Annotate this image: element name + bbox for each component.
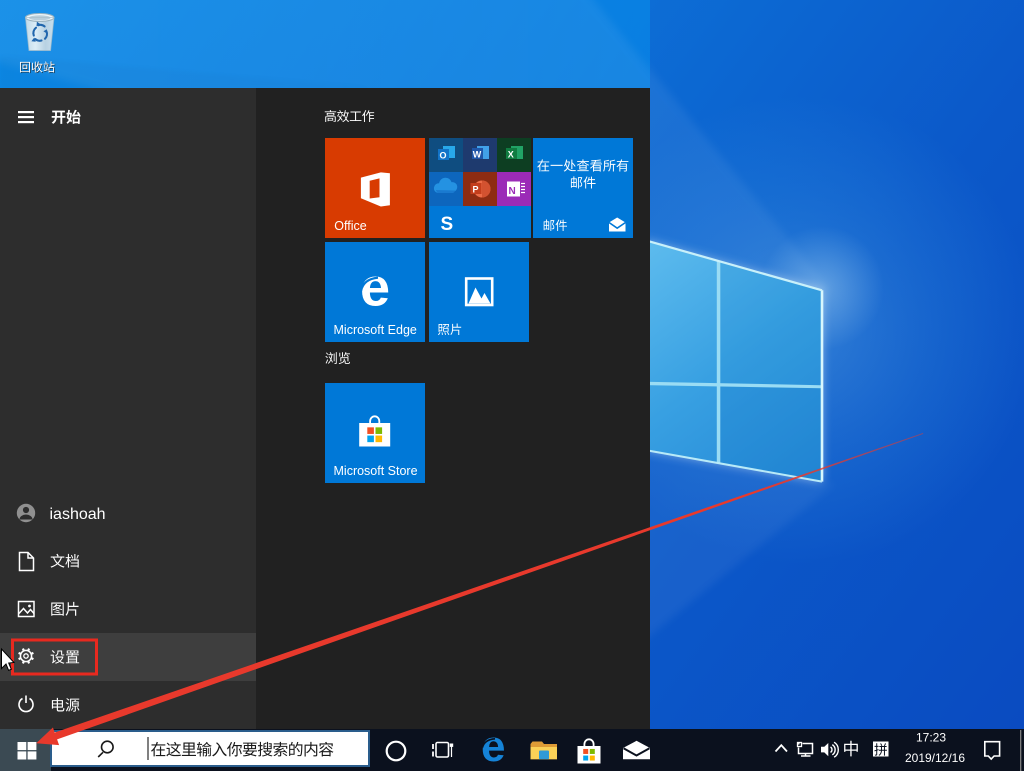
svg-text:Office: Office	[334, 219, 366, 233]
svg-text:N: N	[509, 186, 516, 197]
svg-text:W: W	[473, 150, 482, 160]
svg-text:e: e	[360, 258, 390, 318]
svg-text:e: e	[481, 722, 505, 771]
svg-text:Microsoft Edge: Microsoft Edge	[334, 323, 417, 337]
svg-text:S: S	[441, 214, 454, 235]
svg-text:Microsoft Store: Microsoft Store	[334, 464, 418, 478]
svg-text:2019/12/16: 2019/12/16	[905, 751, 965, 765]
svg-text:O: O	[440, 151, 447, 161]
svg-text:17:23: 17:23	[916, 731, 946, 745]
svg-text:X: X	[508, 150, 514, 160]
svg-text:iashoah: iashoah	[50, 506, 106, 523]
svg-text:P: P	[473, 185, 479, 195]
